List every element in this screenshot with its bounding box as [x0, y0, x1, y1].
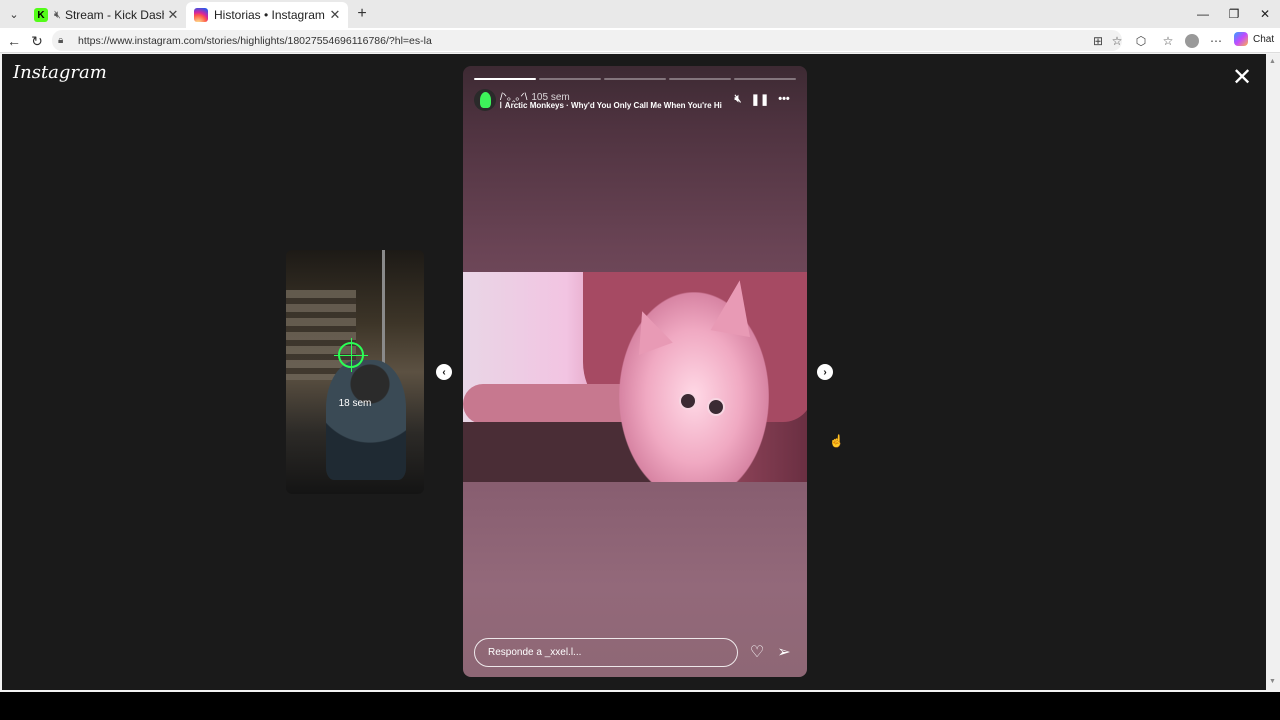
tab-kick-dashboard[interactable]: K 🔇︎ Stream - Kick Dashboard ✕: [26, 2, 186, 28]
more-menu-icon[interactable]: ⋯: [1207, 32, 1225, 50]
extensions-icon[interactable]: ⬡: [1132, 32, 1150, 50]
story-progress-bar: [474, 78, 796, 80]
site-info-icon[interactable]: 🔒︎: [58, 35, 74, 46]
taskbar: [0, 692, 1280, 720]
close-window-button[interactable]: ✕: [1250, 0, 1280, 28]
music-track: Arctic Monkeys · Why'd You Only Call Me …: [504, 101, 722, 110]
scroll-up-icon[interactable]: ▲: [1269, 58, 1276, 65]
close-tab-icon[interactable]: ✕: [164, 7, 182, 23]
person-image: [326, 360, 406, 480]
progress-segment: [604, 78, 666, 80]
crosshair-avatar-icon: [334, 338, 368, 372]
back-button[interactable]: ←: [4, 31, 24, 51]
music-bars-icon: 𝄃: [500, 101, 502, 110]
tab-instagram-stories[interactable]: Historias • Instagram ✕: [186, 2, 348, 28]
tab-title: Stream - Kick Dashboard: [64, 8, 164, 22]
like-heart-icon[interactable]: ♡: [747, 642, 767, 662]
instagram-logo[interactable]: Instagram: [13, 62, 107, 83]
story-header: /ᐠ｡ꞈ｡ᐟ\ 105 sem 𝄃 Arctic Monkeys · Why'd Y…: [474, 87, 796, 113]
close-stories-button[interactable]: ✕: [1230, 66, 1254, 90]
muted-speaker-icon[interactable]: 🔇︎: [54, 9, 61, 22]
previous-story-preview[interactable]: 18 sem: [286, 250, 424, 494]
story-photo: [463, 272, 807, 482]
mouse-cursor-icon: ☝: [829, 434, 844, 448]
muted-speaker-icon[interactable]: 🔇︎: [730, 91, 746, 107]
scroll-down-icon[interactable]: ▼: [1269, 678, 1276, 685]
stories-viewer: Instagram ✕ 18 sem ‹ › /ᐠ｡ꞈ｡ᐟ\ 105 sem 𝄃 A…: [2, 54, 1266, 690]
more-options-icon[interactable]: •••: [776, 91, 792, 107]
current-story[interactable]: /ᐠ｡ꞈ｡ᐟ\ 105 sem 𝄃 Arctic Monkeys · Why'd Y…: [463, 66, 807, 677]
url-text: https://www.instagram.com/stories/highli…: [78, 34, 432, 47]
progress-segment: [539, 78, 601, 80]
refresh-button[interactable]: ↻: [27, 31, 47, 51]
copilot-icon: [1234, 32, 1248, 46]
preview-story-time: 18 sem: [338, 398, 372, 409]
address-bar[interactable]: 🔒︎ https://www.instagram.com/stories/hig…: [52, 30, 1122, 51]
kitten-eye-image: [679, 392, 697, 410]
tab-list-button[interactable]: ⌄: [4, 4, 24, 24]
previous-story-button[interactable]: ‹: [436, 364, 452, 380]
next-story-button[interactable]: ›: [817, 364, 833, 380]
story-music[interactable]: 𝄃 Arctic Monkeys · Why'd You Only Call Me…: [500, 101, 722, 111]
browser-window: ⌄ K 🔇︎ Stream - Kick Dashboard ✕ Histori…: [0, 0, 1280, 692]
app-available-icon[interactable]: ⊞: [1089, 32, 1107, 50]
page-scrollbar[interactable]: ▲ ▼: [1266, 54, 1280, 690]
reply-placeholder: Responde a _xxel.l...: [488, 647, 582, 658]
tab-title: Historias • Instagram: [214, 8, 325, 22]
tab-strip: ⌄ K 🔇︎ Stream - Kick Dashboard ✕ Histori…: [0, 0, 1280, 28]
story-avatar[interactable]: [474, 89, 496, 111]
copilot-label: Chat: [1253, 33, 1275, 45]
favorite-star-icon[interactable]: ☆: [1108, 32, 1126, 50]
address-toolbar: ← ↻ 🔒︎ https://www.instagram.com/stories…: [0, 28, 1280, 53]
new-tab-button[interactable]: +: [352, 4, 372, 24]
kitten-eye-image: [707, 398, 725, 416]
instagram-logo-icon: [194, 8, 208, 22]
send-direct-icon[interactable]: ➢: [774, 642, 794, 662]
restore-button[interactable]: ❐: [1219, 0, 1249, 28]
pause-icon[interactable]: ❚❚: [751, 91, 769, 107]
copilot-chat-button[interactable]: Chat: [1234, 32, 1274, 46]
minimize-button[interactable]: —: [1188, 0, 1218, 28]
kick-logo-icon: K: [34, 8, 48, 22]
progress-segment: [474, 78, 536, 80]
profile-avatar-icon[interactable]: [1183, 32, 1201, 50]
close-tab-icon[interactable]: ✕: [326, 7, 344, 23]
favorites-list-icon[interactable]: ☆: [1159, 32, 1177, 50]
progress-segment: [734, 78, 796, 80]
reply-input[interactable]: Responde a _xxel.l...: [474, 638, 738, 667]
progress-segment: [669, 78, 731, 80]
